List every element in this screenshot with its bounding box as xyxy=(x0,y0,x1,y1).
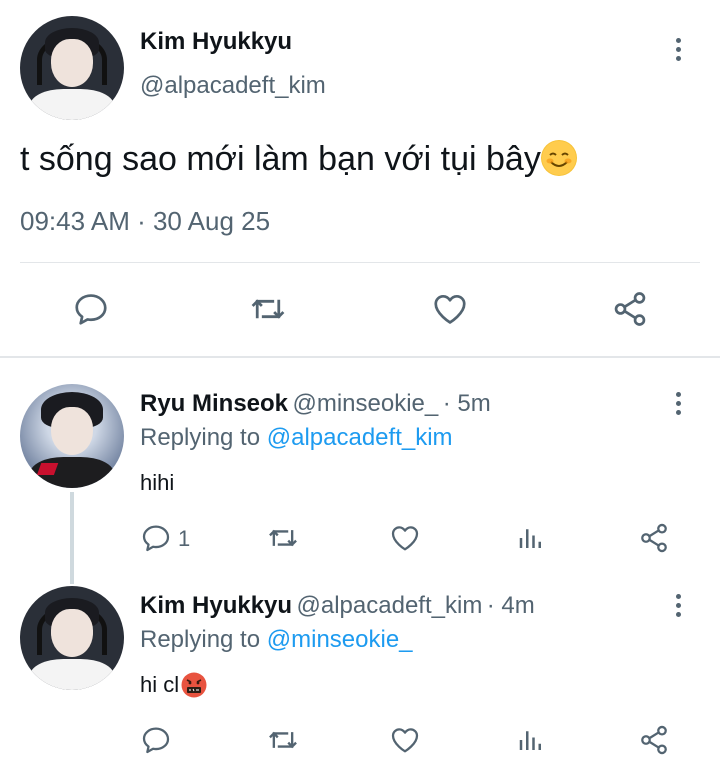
share-icon[interactable] xyxy=(638,522,670,554)
more-options-icon[interactable] xyxy=(672,594,684,622)
more-options-icon[interactable] xyxy=(672,392,684,420)
reply-time: · 5m xyxy=(442,390,491,417)
reply-text-content: hi cl xyxy=(140,672,180,697)
author-handle[interactable]: @minseokie_ xyxy=(292,390,438,417)
retweet-icon[interactable] xyxy=(248,290,288,328)
avatar[interactable] xyxy=(20,16,124,120)
stats-icon[interactable] xyxy=(516,724,546,756)
tweet-timestamp: 09:43 AM · 30 Aug 25 xyxy=(20,206,271,236)
reply-count: 1 xyxy=(178,526,191,551)
replying-to-label: Replying to xyxy=(140,424,267,451)
more-options-icon[interactable] xyxy=(672,38,684,66)
author-name[interactable]: Ryu Minseok xyxy=(140,390,288,417)
stats-icon[interactable] xyxy=(516,522,546,554)
share-icon[interactable] xyxy=(638,724,670,756)
smiling-face-emoji xyxy=(540,140,577,176)
cursing-face-emoji xyxy=(181,672,207,698)
avatar[interactable] xyxy=(20,586,124,690)
reply-icon[interactable] xyxy=(72,290,110,328)
retweet-icon[interactable] xyxy=(266,724,300,756)
tweet-text: t sống sao mới làm bạn với tụi bây xyxy=(20,140,577,179)
reply-time: · 4m xyxy=(486,592,535,619)
retweet-icon[interactable] xyxy=(266,522,300,554)
share-icon[interactable] xyxy=(610,290,650,328)
author-handle[interactable]: @alpacadeft_kim xyxy=(297,592,483,619)
like-icon[interactable] xyxy=(388,522,422,554)
tweet-text-content: t sống sao mới làm bạn với tụi bây xyxy=(20,140,541,178)
reply-icon[interactable] xyxy=(140,522,172,554)
author-handle[interactable]: @alpacadeft_kim xyxy=(140,72,326,100)
reply-icon[interactable] xyxy=(140,724,172,756)
section-divider xyxy=(0,356,720,358)
reply-header: Ryu Minseok @minseokie_ · 5m xyxy=(140,390,491,418)
divider xyxy=(20,262,700,263)
replying-to: Replying to @alpacadeft_kim xyxy=(140,424,453,452)
reply-text: hihi xyxy=(140,470,175,495)
reply-header: Kim Hyukkyu @alpacadeft_kim · 4m xyxy=(140,592,535,620)
replying-to-link[interactable]: @minseokie_ xyxy=(267,626,413,653)
thread-line xyxy=(70,492,74,584)
replying-to-label: Replying to xyxy=(140,626,267,653)
avatar[interactable] xyxy=(20,384,124,488)
like-icon[interactable] xyxy=(430,290,470,328)
like-icon[interactable] xyxy=(388,724,422,756)
author-name[interactable]: Kim Hyukkyu xyxy=(140,592,292,619)
replying-to: Replying to @minseokie_ xyxy=(140,626,413,654)
reply-text: hi cl xyxy=(140,672,207,698)
replying-to-link[interactable]: @alpacadeft_kim xyxy=(267,424,453,451)
author-name[interactable]: Kim Hyukkyu xyxy=(140,28,292,56)
